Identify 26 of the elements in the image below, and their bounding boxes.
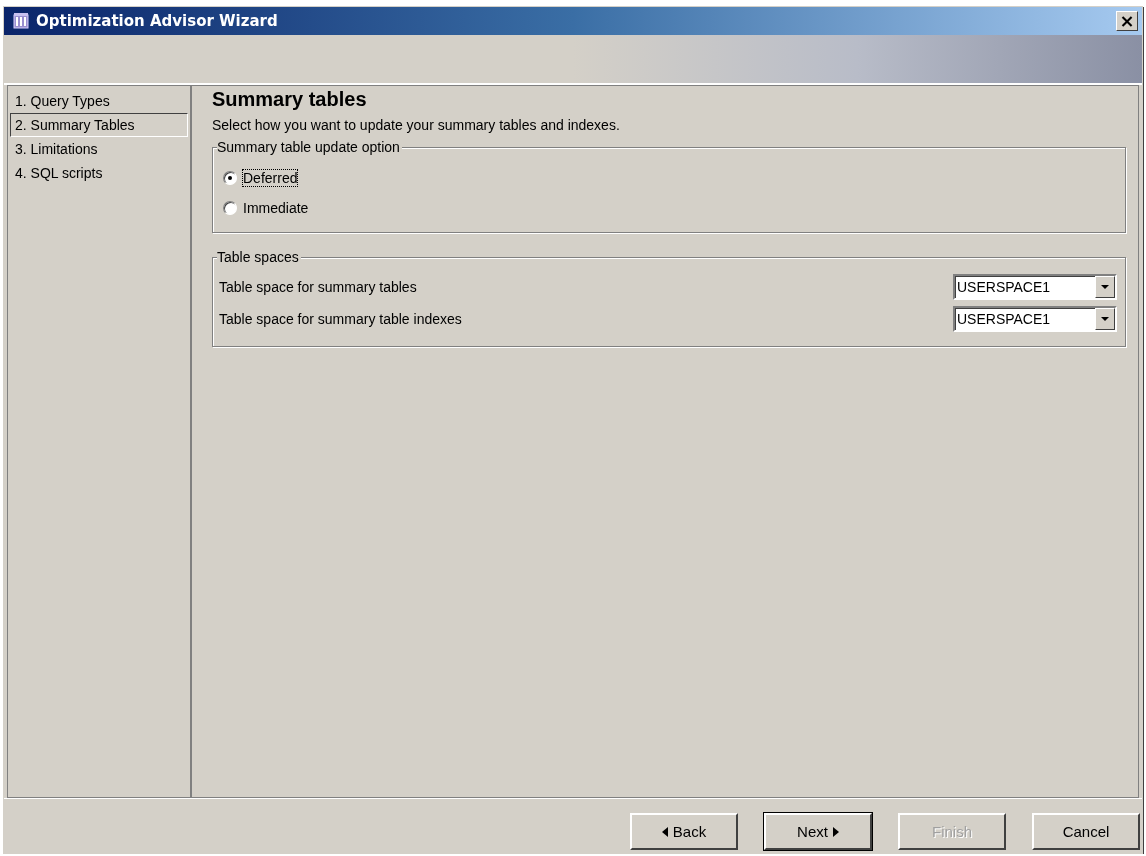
step-item[interactable]: 4. SQL scripts [10, 161, 188, 185]
radio-label[interactable]: Deferred [243, 170, 298, 186]
caret-icon [1101, 317, 1109, 321]
window-title: Optimization Advisor Wizard [36, 12, 279, 30]
radio-label[interactable]: Immediate [243, 200, 309, 216]
caret-icon [1101, 285, 1109, 289]
left-triangle-icon [661, 826, 668, 837]
tablespace-dropdown[interactable]: USERSPACE1 [953, 306, 1117, 332]
close-button[interactable]: × [1116, 11, 1138, 31]
wizard-button[interactable]: Cancel [1032, 813, 1140, 850]
field-label: Table space for summary table indexes [219, 311, 462, 327]
tablespace-dropdown[interactable]: USERSPACE1 [953, 274, 1117, 300]
step-item[interactable]: 1. Query Types [10, 89, 188, 113]
wizard-button[interactable]: Next [764, 813, 872, 850]
page-title: Summary tables [212, 88, 368, 111]
field-label: Table space for summary tables [219, 279, 417, 295]
step-item[interactable]: 3. Limitations [10, 137, 188, 161]
app-icon [12, 12, 30, 30]
wizard-button[interactable]: Back [630, 813, 738, 850]
group-title: Summary table update option [217, 139, 402, 155]
right-triangle-icon [832, 826, 839, 837]
page-description: Select how you want to update your summary tables and indexes. [212, 117, 621, 133]
radio-button[interactable] [223, 171, 237, 185]
group-title: Table spaces [217, 249, 301, 265]
radio-button[interactable] [223, 201, 237, 215]
step-item[interactable]: 2. Summary Tables [10, 113, 188, 137]
